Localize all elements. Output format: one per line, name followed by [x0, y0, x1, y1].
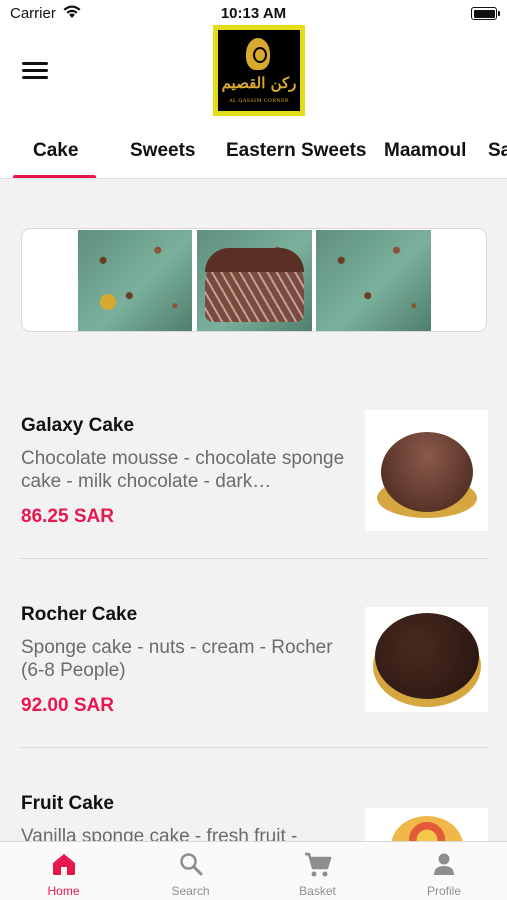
- tab-sweets[interactable]: Sweets: [130, 140, 195, 162]
- divider: [20, 558, 488, 559]
- product-image: [365, 607, 488, 712]
- status-bar: Carrier 10:13 AM: [0, 0, 507, 28]
- menu-line: [22, 69, 48, 72]
- store-logo: ركن القصيم AL QASSIM CORNER: [213, 25, 305, 116]
- banner-image: [78, 230, 192, 331]
- promo-banner[interactable]: [21, 228, 487, 332]
- product-name: Fruit Cake: [21, 793, 114, 814]
- product-item-rocher-cake[interactable]: Rocher Cake Sponge cake - nuts - cream -…: [0, 589, 507, 778]
- divider: [20, 747, 488, 748]
- product-name: Galaxy Cake: [21, 415, 135, 436]
- bottom-nav: Home Search Basket Profile: [0, 841, 507, 900]
- product-name: Rocher Cake: [21, 604, 138, 625]
- nav-label: Basket: [299, 884, 336, 898]
- product-item-fruit-cake[interactable]: Fruit Cake Vanilla sponge cake - fresh f…: [0, 778, 507, 841]
- product-description: Vanilla sponge cake - fresh fruit -: [21, 826, 298, 841]
- logo-arabic-text: ركن القصيم: [221, 74, 297, 92]
- crest-icon: [246, 38, 270, 70]
- menu-line: [22, 62, 48, 65]
- tab-sa[interactable]: Sa: [488, 140, 507, 162]
- app-header: ركن القصيم AL QASSIM CORNER: [0, 25, 507, 128]
- product-image: [365, 410, 488, 531]
- product-description: Sponge cake - nuts - cream - Rocher (6-8…: [21, 637, 333, 681]
- menu-button[interactable]: [22, 62, 48, 82]
- nav-label: Profile: [426, 884, 461, 898]
- cake-body: [375, 613, 479, 699]
- nav-label: Search: [171, 884, 210, 898]
- cart-icon: [304, 852, 331, 877]
- clock: 10:13 AM: [220, 5, 287, 22]
- product-item-galaxy-cake[interactable]: Galaxy Cake Chocolate mousse - chocolate…: [0, 400, 507, 589]
- nav-profile[interactable]: Profile: [381, 842, 507, 900]
- tab-maamoul[interactable]: Maamoul: [384, 140, 466, 162]
- cake-body: [391, 816, 463, 841]
- cake-body: [381, 432, 473, 512]
- tab-cake[interactable]: Cake: [33, 140, 78, 162]
- category-tabs: Cake Sweets Eastern Sweets Maamoul Sa: [0, 128, 507, 179]
- nav-label: Home: [47, 884, 80, 898]
- person-icon: [434, 853, 454, 875]
- product-image: [365, 808, 488, 841]
- active-tab-indicator: [13, 175, 96, 178]
- nav-basket[interactable]: Basket: [254, 842, 381, 900]
- nav-home[interactable]: Home: [0, 842, 127, 900]
- product-price: 86.25 SAR: [21, 506, 114, 527]
- search-icon: [179, 853, 202, 876]
- tab-eastern-sweets[interactable]: Eastern Sweets: [226, 140, 366, 162]
- banner-logo-icon: [100, 294, 116, 310]
- battery-icon: [471, 7, 500, 20]
- home-icon: [52, 854, 75, 875]
- banner-image: [197, 230, 312, 331]
- banner-cake-image: [205, 248, 304, 322]
- product-price: 92.00 SAR: [21, 695, 114, 716]
- nav-search[interactable]: Search: [127, 842, 254, 900]
- banner-image: [316, 230, 431, 331]
- product-description: Chocolate mousse - chocolate sponge cake…: [21, 448, 345, 492]
- logo-english-text: AL QASSIM CORNER: [229, 98, 289, 104]
- menu-line: [22, 76, 48, 79]
